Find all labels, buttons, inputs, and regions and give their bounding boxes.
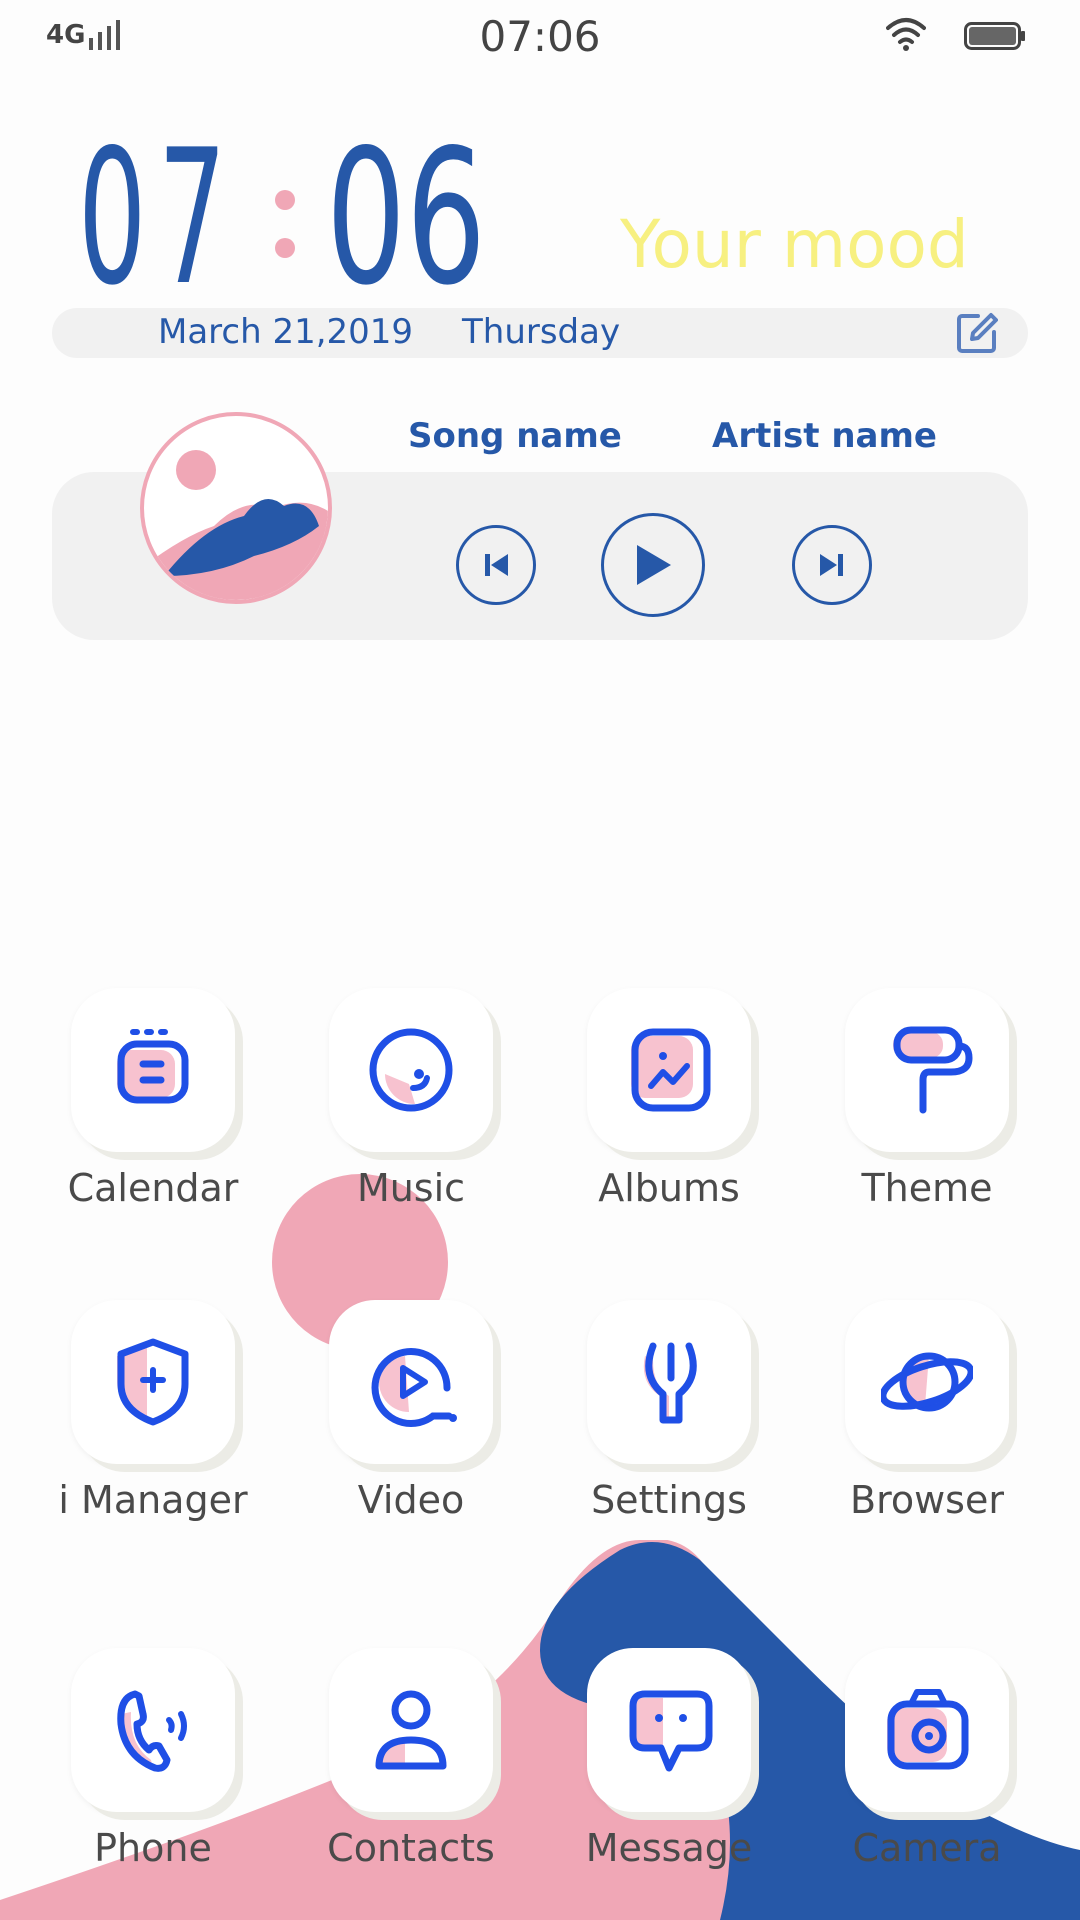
app-tile: [71, 1648, 235, 1812]
app-label: Albums: [598, 1166, 740, 1210]
video-icon: [371, 1348, 457, 1427]
app-tile: [845, 1300, 1009, 1464]
camera-icon: [887, 1689, 969, 1770]
battery-icon: [964, 22, 1025, 50]
song-name: Song name: [408, 416, 622, 456]
app-tile: [71, 988, 235, 1152]
albums-icon: [631, 1028, 711, 1112]
planet-icon: [881, 1352, 973, 1412]
app-video[interactable]: Video: [281, 1300, 541, 1540]
play-button[interactable]: [601, 513, 705, 617]
app-music[interactable]: Music: [281, 988, 541, 1228]
app-albums[interactable]: Albums: [539, 988, 799, 1228]
app-imanager[interactable]: i Manager: [23, 1300, 283, 1540]
play-icon: [637, 545, 671, 585]
app-tile: [587, 988, 751, 1152]
app-label: Music: [356, 1166, 466, 1210]
contacts-icon: [375, 1690, 447, 1770]
app-label: i Manager: [58, 1478, 248, 1522]
music-icon: [369, 1028, 453, 1112]
settings-icon: [643, 1342, 697, 1424]
app-tile: [329, 988, 493, 1152]
app-label: Video: [357, 1478, 465, 1522]
app-label: Browser: [850, 1478, 1004, 1522]
phone-icon: [117, 1690, 187, 1772]
app-tile: [845, 988, 1009, 1152]
album-cover[interactable]: [140, 412, 332, 604]
app-tile: [587, 1300, 751, 1464]
edit-icon[interactable]: [956, 312, 998, 354]
app-label: Theme: [861, 1166, 993, 1210]
app-browser[interactable]: Browser: [797, 1300, 1057, 1540]
app-settings[interactable]: Settings: [539, 1300, 799, 1540]
calendar-icon: [117, 1029, 189, 1104]
app-contacts[interactable]: Contacts: [281, 1648, 541, 1888]
app-tile: [845, 1648, 1009, 1812]
app-tile: [329, 1648, 493, 1812]
colon-dot-top: [275, 190, 295, 210]
app-label: Phone: [94, 1826, 212, 1870]
app-calendar[interactable]: Calendar: [23, 988, 283, 1228]
artist-name: Artist name: [712, 416, 937, 456]
app-label: Settings: [591, 1478, 747, 1522]
app-theme[interactable]: Theme: [797, 988, 1057, 1228]
theme-icon: [893, 1026, 973, 1114]
app-message[interactable]: Message: [539, 1648, 799, 1888]
wifi-icon: [886, 18, 926, 51]
previous-button[interactable]: [456, 525, 536, 605]
app-phone[interactable]: Phone: [23, 1648, 283, 1888]
status-bar: 4G 07:06: [0, 0, 1080, 70]
colon-dot-bottom: [275, 238, 295, 258]
app-label: Message: [585, 1826, 753, 1870]
clock-hours: 07: [78, 142, 238, 292]
app-label: Calendar: [67, 1166, 239, 1210]
shield-icon: [117, 1338, 189, 1426]
message-icon: [629, 1690, 713, 1772]
app-camera[interactable]: Camera: [797, 1648, 1057, 1888]
clock-minutes: 06: [326, 142, 486, 292]
next-button[interactable]: [792, 525, 872, 605]
mood-text[interactable]: Your mood: [620, 206, 969, 283]
clock-digits: 07 06: [78, 142, 486, 292]
app-label: Camera: [852, 1826, 1002, 1870]
app-tile: [329, 1300, 493, 1464]
landscape-art-icon: [144, 450, 328, 600]
app-tile: [587, 1648, 751, 1812]
skip-next-icon: [820, 554, 843, 576]
skip-previous-icon: [485, 554, 508, 576]
date-text: March 21,2019: [158, 312, 414, 352]
day-text: Thursday: [462, 312, 621, 352]
app-tile: [71, 1300, 235, 1464]
app-label: Contacts: [327, 1826, 495, 1870]
